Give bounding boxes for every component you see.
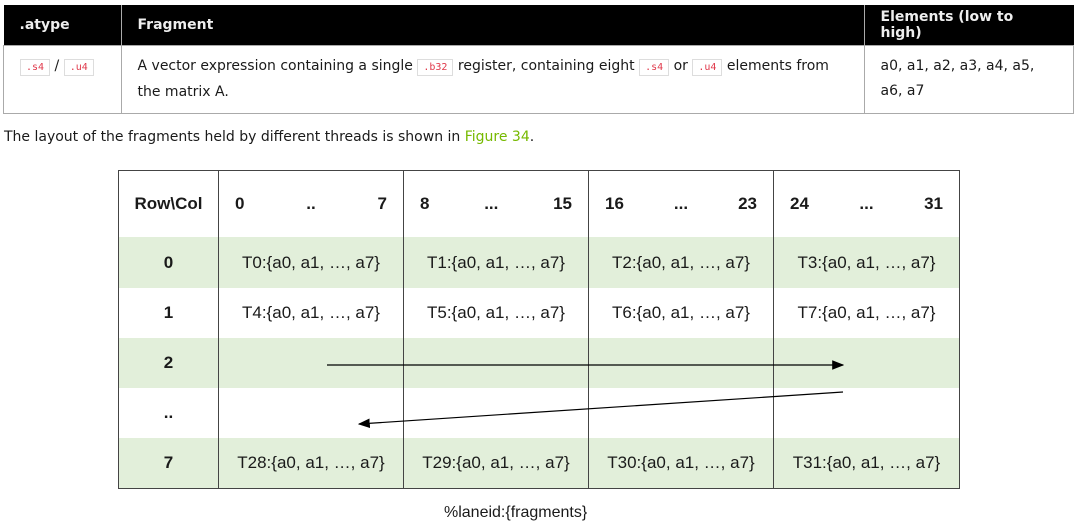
header-fragment: Fragment <box>121 5 865 46</box>
fragment-cell: T2:{a0, a1, …, a7} <box>589 237 774 288</box>
fragment-cell <box>404 338 589 388</box>
figure-row: 1 T4:{a0, a1, …, a7} T5:{a0, a1, …, a7} T6:… <box>119 288 959 338</box>
figure-row: 2 <box>119 338 959 388</box>
fragment-cell: T7:{a0, a1, …, a7} <box>797 303 936 322</box>
fragment-cell: A vector expression containing a single … <box>120 45 865 114</box>
fragment-cell <box>404 388 589 438</box>
fragment-cell: T6:{a0, a1, …, a7} <box>589 288 774 338</box>
code-u4: .u4 <box>63 59 94 76</box>
header-atype: .atype <box>3 5 122 46</box>
elements-cell: a0, a1, a2, a3, a4, a5, a6, a7 <box>863 45 1074 114</box>
code-u4: .u4 <box>692 59 723 76</box>
code-s4: .s4 <box>639 59 670 76</box>
fragment-cell: T3:{a0, a1, …, a7} <box>797 252 936 272</box>
row-label: .. <box>119 388 219 438</box>
fragment-cell <box>589 388 774 438</box>
fragment-layout-figure: Row\Col 0.. 7 8... 15 16... 23 24... 31 0 T0:… <box>118 170 960 489</box>
atype-fragment-table: .atype Fragment Elements (low to high) .… <box>3 5 1074 114</box>
figure-caption: %laneid:{fragments} <box>444 504 588 521</box>
col-group-0: 0.. 7 <box>219 171 404 237</box>
row-label: 2 <box>119 338 219 388</box>
fragment-cell <box>774 338 959 388</box>
code-s4: .s4 <box>20 59 51 76</box>
fragment-cell: T29:{a0, a1, …, a7} <box>404 438 589 488</box>
fragment-cell <box>774 388 959 438</box>
fragment-text: or <box>673 58 688 74</box>
layout-paragraph: The layout of the fragments held by diff… <box>4 129 534 145</box>
fragment-text: A vector expression containing a single <box>137 58 413 74</box>
fragment-cell <box>219 388 404 438</box>
corner-label: Row\Col <box>119 171 219 237</box>
code-b32: .b32 <box>417 59 454 76</box>
figure-link[interactable]: Figure 34 <box>465 129 530 145</box>
col-group-1: 8... 15 <box>404 171 589 237</box>
figure-row: .. <box>119 388 959 438</box>
figure-header-row: Row\Col 0.. 7 8... 15 16... 23 24... 31 <box>119 171 959 238</box>
header-elements: Elements (low to high) <box>864 5 1074 46</box>
separator: / <box>54 58 60 74</box>
fragment-cell: T4:{a0, a1, …, a7} <box>219 288 404 338</box>
row-label: 7 <box>119 438 219 488</box>
figure-row: 7 T28:{a0, a1, …, a7} T29:{a0, a1, …, a7} T… <box>119 438 959 488</box>
fragment-cell: T0:{a0, a1, …, a7} <box>219 237 404 288</box>
col-group-2: 16... 23 <box>589 171 774 237</box>
figure-row: 0 T0:{a0, a1, …, a7} T1:{a0, a1, …, a7} T2:… <box>119 237 959 288</box>
fragment-cell: T31:{a0, a1, …, a7} <box>792 453 941 472</box>
paragraph-end: . <box>529 129 535 145</box>
col-group-3: 24... 31 <box>790 194 943 213</box>
fragment-cell: T28:{a0, a1, …, a7} <box>219 438 404 488</box>
fragment-text: register, containing eight <box>457 58 635 74</box>
atype-cell: .s4 / .u4 <box>3 45 122 114</box>
fragment-cell: T5:{a0, a1, …, a7} <box>404 288 589 338</box>
fragment-cell: T1:{a0, a1, …, a7} <box>404 237 589 288</box>
fragment-cell <box>589 338 774 388</box>
row-label: 1 <box>119 288 219 338</box>
row-label: 0 <box>119 237 219 288</box>
paragraph-text: The layout of the fragments held by diff… <box>4 129 461 145</box>
fragment-cell <box>219 338 404 388</box>
fragment-cell: T30:{a0, a1, …, a7} <box>589 438 774 488</box>
